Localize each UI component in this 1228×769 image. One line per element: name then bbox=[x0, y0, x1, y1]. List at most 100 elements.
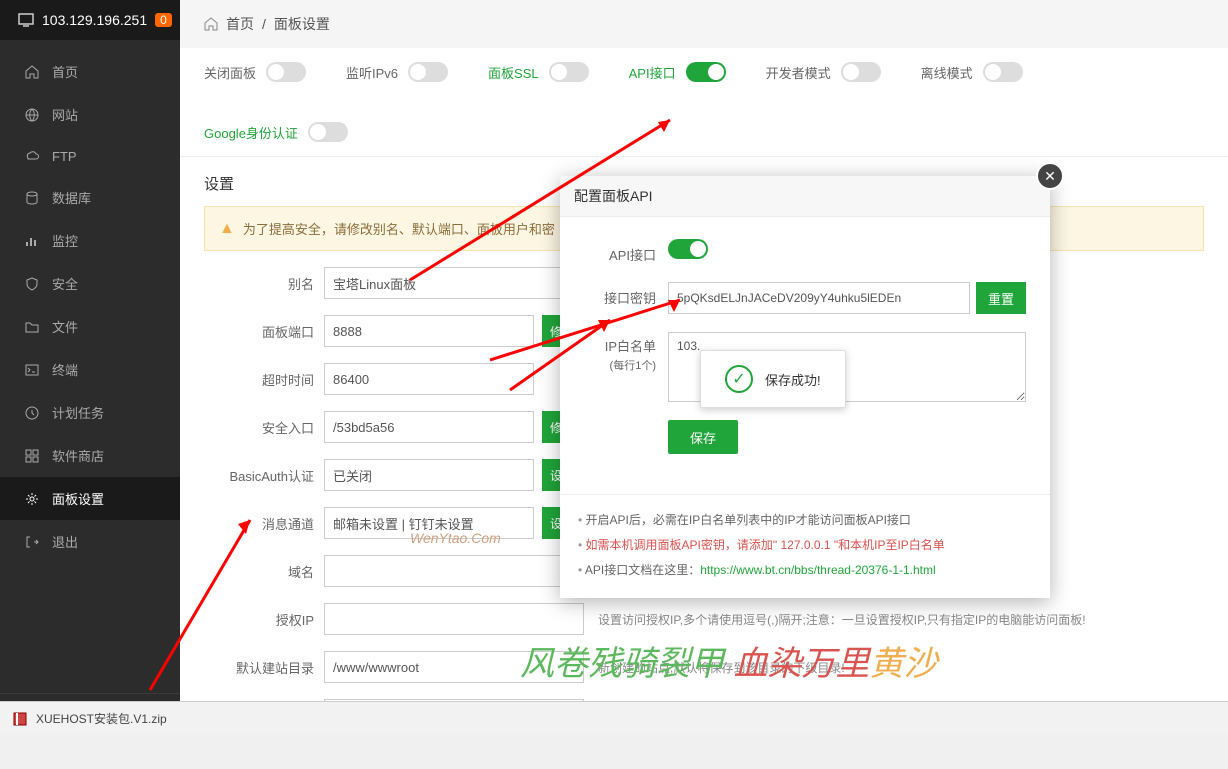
sidebar-item-label: 安全 bbox=[52, 274, 78, 293]
sidebar-item-home[interactable]: 首页 bbox=[0, 50, 180, 93]
toast-success: ✓ 保存成功! bbox=[700, 350, 846, 408]
download-filename[interactable]: XUEHOST安装包.V1.zip bbox=[36, 710, 167, 727]
archive-icon bbox=[12, 711, 28, 727]
sidebar-item-label: 终端 bbox=[52, 360, 78, 379]
google-switch[interactable] bbox=[308, 122, 348, 142]
toggle-api: API接口 bbox=[629, 62, 726, 82]
api-switch[interactable] bbox=[686, 62, 726, 82]
sidebar-item-label: FTP bbox=[52, 149, 77, 164]
port-label: 面板端口 bbox=[204, 322, 324, 341]
sidebar-item-label: 数据库 bbox=[52, 188, 91, 207]
sidebar-item-files[interactable]: 文件 bbox=[0, 305, 180, 348]
authip-label: 授权IP bbox=[204, 610, 324, 629]
sidebar-nav: 首页 网站 FTP 数据库 监控 安全 文件 终端 计划任务 软件商店 面板设置… bbox=[0, 40, 180, 693]
toggle-ssl: 面板SSL bbox=[488, 62, 589, 82]
sidebar-item-label: 首页 bbox=[52, 62, 78, 81]
notification-badge[interactable]: 0 bbox=[155, 13, 172, 27]
grid-icon bbox=[24, 448, 40, 464]
sidebar-item-cron[interactable]: 计划任务 bbox=[0, 391, 180, 434]
save-button[interactable]: 保存 bbox=[668, 420, 738, 454]
toggle-google: Google身份认证 bbox=[204, 122, 348, 142]
sidebar-item-label: 面板设置 bbox=[52, 489, 104, 508]
note-3: API接口文档在这里：https://www.bt.cn/bbs/thread-… bbox=[578, 557, 1032, 582]
sidebar-item-website[interactable]: 网站 bbox=[0, 93, 180, 136]
toggle-ipv6: 监听IPv6 bbox=[346, 62, 448, 82]
home-icon bbox=[24, 64, 40, 80]
modal-key-label: 接口密钥 bbox=[584, 282, 668, 307]
sidebar-item-database[interactable]: 数据库 bbox=[0, 176, 180, 219]
timeout-input[interactable] bbox=[324, 363, 534, 395]
offline-switch[interactable] bbox=[983, 62, 1023, 82]
webroot-desc: 新创建的站点,默认将保存到该目录的下级目录! bbox=[598, 659, 845, 676]
gear-icon bbox=[24, 491, 40, 507]
webroot-label: 默认建站目录 bbox=[204, 658, 324, 677]
ipv6-switch[interactable] bbox=[408, 62, 448, 82]
domain-input[interactable] bbox=[324, 555, 584, 587]
entry-label: 安全入口 bbox=[204, 418, 324, 437]
sidebar-item-label: 网站 bbox=[52, 105, 78, 124]
cloud-icon bbox=[24, 148, 40, 164]
modal-title: 配置面板API bbox=[560, 176, 1050, 217]
basicauth-label: BasicAuth认证 bbox=[204, 466, 324, 485]
port-input[interactable] bbox=[324, 315, 534, 347]
warning-icon: ▲ bbox=[219, 220, 235, 238]
sidebar-item-logout[interactable]: 退出 bbox=[0, 520, 180, 563]
webroot-input[interactable] bbox=[324, 651, 584, 683]
sidebar-item-ftp[interactable]: FTP bbox=[0, 136, 180, 176]
sidebar-item-label: 退出 bbox=[52, 532, 78, 551]
modal-whitelist-label: IP白名单(每行1个) bbox=[584, 332, 668, 375]
reset-key-button[interactable]: 重置 bbox=[976, 282, 1026, 314]
sidebar-item-label: 监控 bbox=[52, 231, 78, 250]
sidebar-item-label: 软件商店 bbox=[52, 446, 104, 465]
breadcrumb-home[interactable]: 首页 bbox=[226, 14, 254, 34]
watermark-url: WenYtao.Com bbox=[410, 530, 501, 546]
alias-label: 别名 bbox=[204, 274, 324, 293]
sidebar-item-settings[interactable]: 面板设置 bbox=[0, 477, 180, 520]
api-key-input[interactable] bbox=[668, 282, 970, 314]
msg-label: 消息通道 bbox=[204, 514, 324, 533]
sidebar-item-terminal[interactable]: 终端 bbox=[0, 348, 180, 391]
check-icon: ✓ bbox=[725, 365, 753, 393]
basicauth-input[interactable] bbox=[324, 459, 534, 491]
download-bar: XUEHOST安装包.V1.zip bbox=[0, 701, 1228, 735]
modal-api-switch[interactable] bbox=[668, 239, 708, 259]
authip-desc: 设置访问授权IP,多个请使用逗号(,)隔开;注意：一旦设置授权IP,只有指定IP… bbox=[598, 611, 1086, 628]
monitor-icon bbox=[18, 12, 34, 28]
close-icon[interactable]: ✕ bbox=[1036, 162, 1064, 190]
home-icon bbox=[204, 17, 218, 31]
note-1: 开启API后，必需在IP白名单列表中的IP才能访问面板API接口 bbox=[578, 507, 1032, 532]
close-panel-switch[interactable] bbox=[266, 62, 306, 82]
toggle-close-panel: 关闭面板 bbox=[204, 62, 306, 82]
modal-api-label: API接口 bbox=[584, 239, 668, 264]
breadcrumb-sep: / bbox=[262, 16, 266, 32]
sidebar: 103.129.196.251 0 首页 网站 FTP 数据库 监控 安全 文件… bbox=[0, 0, 180, 735]
toast-text: 保存成功! bbox=[765, 370, 821, 389]
logout-icon bbox=[24, 534, 40, 550]
toggle-dev: 开发者模式 bbox=[766, 62, 881, 82]
database-icon bbox=[24, 190, 40, 206]
server-ip: 103.129.196.251 bbox=[42, 12, 147, 28]
breadcrumb-current: 面板设置 bbox=[274, 14, 330, 34]
entry-input[interactable] bbox=[324, 411, 534, 443]
modal-notes: 开启API后，必需在IP白名单列表中的IP才能访问面板API接口 如需本机调用面… bbox=[560, 494, 1050, 598]
dev-switch[interactable] bbox=[841, 62, 881, 82]
alert-text: 为了提高安全，请修改别名、默认端口、面板用户和密 bbox=[243, 219, 555, 238]
sidebar-item-security[interactable]: 安全 bbox=[0, 262, 180, 305]
sidebar-item-monitor[interactable]: 监控 bbox=[0, 219, 180, 262]
terminal-icon bbox=[24, 362, 40, 378]
breadcrumb: 首页 / 面板设置 bbox=[180, 0, 1228, 48]
timeout-label: 超时时间 bbox=[204, 370, 324, 389]
clock-icon bbox=[24, 405, 40, 421]
domain-label: 域名 bbox=[204, 562, 324, 581]
toggle-offline: 离线模式 bbox=[921, 62, 1023, 82]
authip-input[interactable] bbox=[324, 603, 584, 635]
folder-icon bbox=[24, 319, 40, 335]
sidebar-item-appstore[interactable]: 软件商店 bbox=[0, 434, 180, 477]
alias-input[interactable] bbox=[324, 267, 584, 299]
note-2: 如需本机调用面板API密钥，请添加" 127.0.0.1 "和本机IP至IP白名… bbox=[578, 532, 1032, 557]
ssl-switch[interactable] bbox=[549, 62, 589, 82]
shield-icon bbox=[24, 276, 40, 292]
sidebar-header: 103.129.196.251 0 bbox=[0, 0, 180, 40]
api-doc-link[interactable]: https://www.bt.cn/bbs/thread-20376-1-1.h… bbox=[700, 563, 935, 577]
chart-icon bbox=[24, 233, 40, 249]
